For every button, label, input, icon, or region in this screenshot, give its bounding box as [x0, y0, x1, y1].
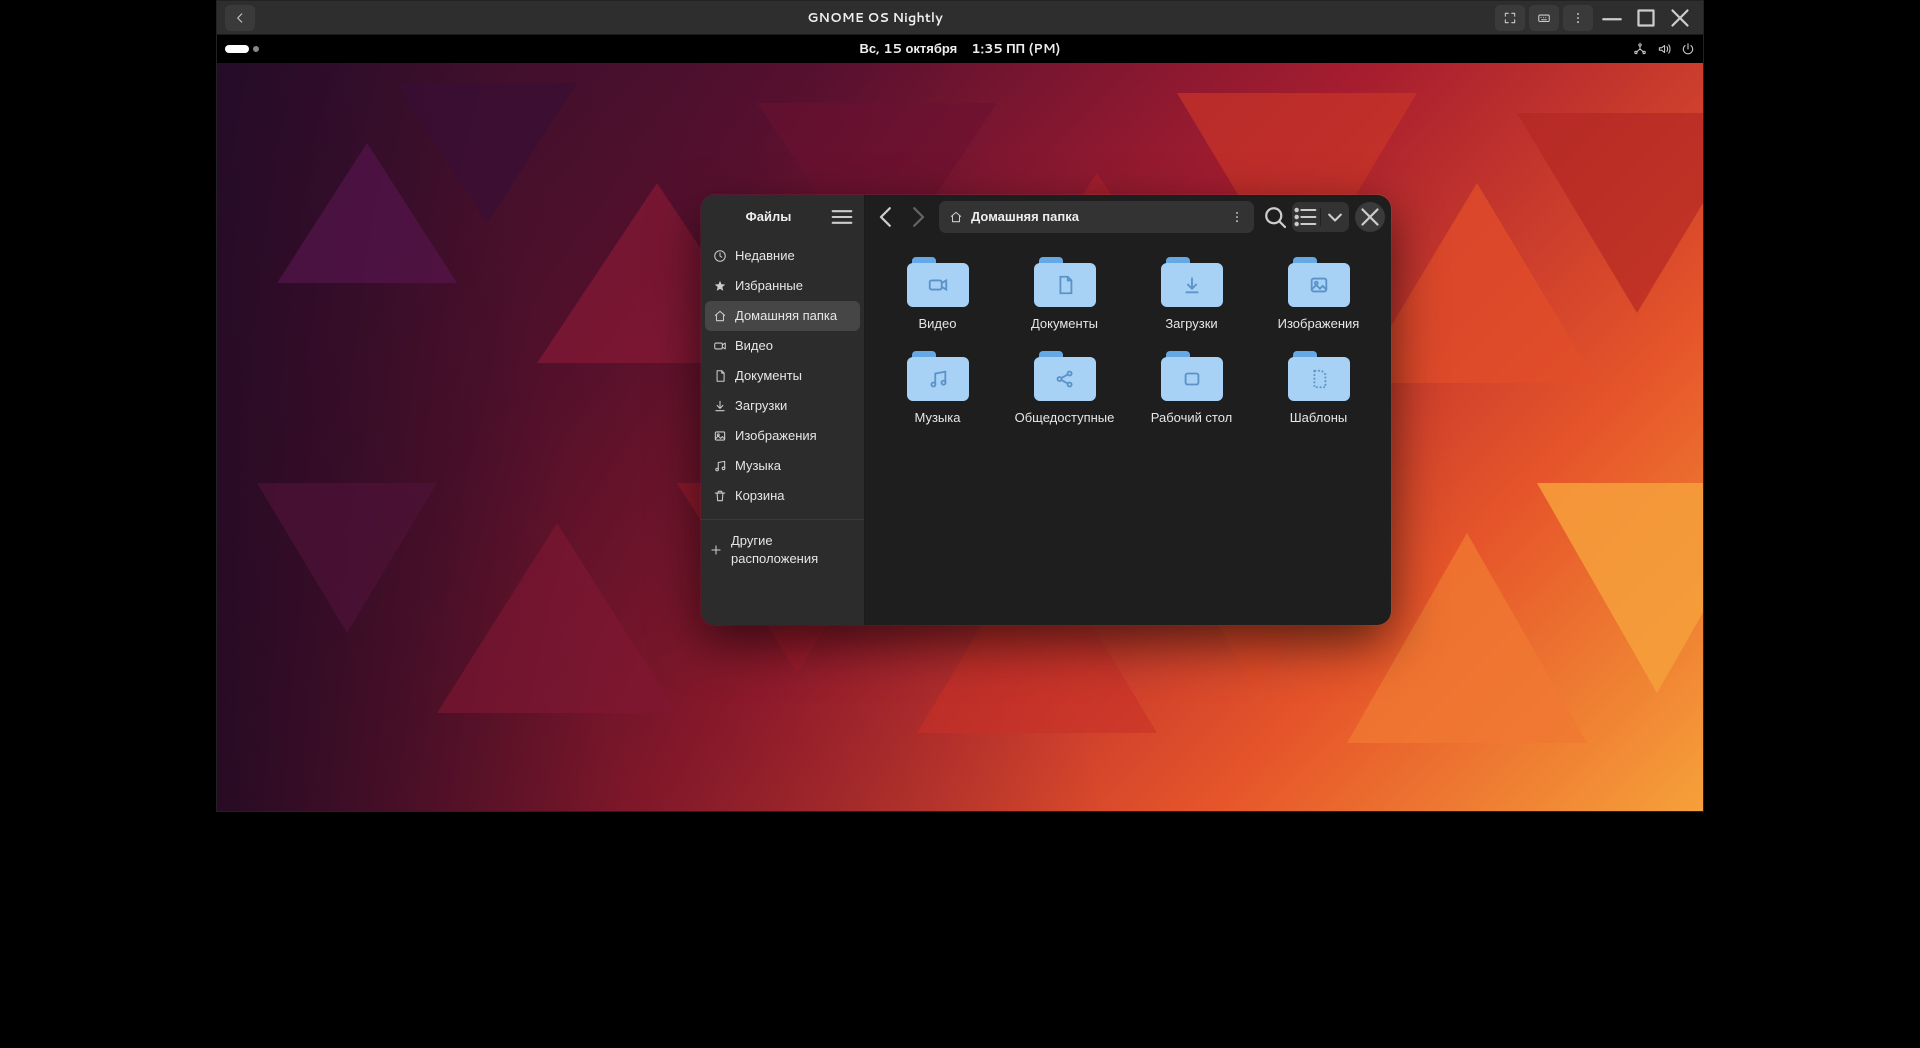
desktop: Файлы Недавние Избранные Домашняя папка …: [217, 63, 1703, 811]
pathbar-label: Домашняя папка: [971, 208, 1079, 226]
sidebar-item-image[interactable]: Изображения: [705, 421, 860, 451]
plus-icon: [709, 543, 723, 557]
folder-video[interactable]: Видео: [883, 257, 992, 333]
sidebar-item-label: Недавние: [735, 247, 795, 265]
boxes-title: GNOME OS Nightly: [807, 9, 942, 27]
network-icon: [1633, 42, 1647, 56]
sidebar-item-video[interactable]: Видео: [705, 331, 860, 361]
top-bar-time: 1:35 ПП (PM): [971, 40, 1060, 58]
system-tray[interactable]: [1633, 42, 1695, 56]
window-minimize-button[interactable]: [1597, 5, 1627, 31]
download-icon: [713, 399, 727, 413]
sidebar-item-music[interactable]: Музыка: [705, 451, 860, 481]
files-sidebar: Файлы Недавние Избранные Домашняя папка …: [701, 195, 865, 625]
sidebar-item-label: Другие расположения: [731, 532, 856, 568]
home-icon: [713, 309, 727, 323]
clock-area[interactable]: Вс, 15 октября 1:35 ПП (PM): [860, 40, 1061, 58]
folder-icon: [907, 257, 969, 307]
workspace-dot-icon: [253, 46, 259, 52]
files-toolbar: Домашняя папка: [865, 195, 1391, 239]
clock-icon: [713, 249, 727, 263]
sidebar-item-label: Домашняя папка: [735, 307, 837, 325]
sidebar-item-label: Загрузки: [735, 397, 787, 415]
home-icon: [949, 210, 963, 224]
folder-label: Видео: [919, 315, 957, 333]
sidebar-item-label: Видео: [735, 337, 773, 355]
music-icon: [713, 459, 727, 473]
folder-share[interactable]: Общедоступные: [1010, 351, 1119, 427]
gnome-top-bar: Вс, 15 октября 1:35 ПП (PM): [217, 35, 1703, 63]
folder-label: Загрузки: [1165, 315, 1217, 333]
folder-icon: [1161, 257, 1223, 307]
folder-label: Изображения: [1278, 315, 1360, 333]
files-sidebar-title: Файлы: [709, 208, 828, 226]
folder-template[interactable]: Шаблоны: [1264, 351, 1373, 427]
sidebar-item-label: Избранные: [735, 277, 803, 295]
folder-icon: [1288, 257, 1350, 307]
boxes-header: GNOME OS Nightly: [217, 1, 1703, 35]
sidebar-item-label: Изображения: [735, 427, 817, 445]
activities-pill-icon: [225, 45, 249, 53]
doc-icon: [713, 369, 727, 383]
view-mode-combo[interactable]: [1292, 202, 1349, 232]
files-icon-grid: Видео Документы Загрузки Изображения Муз…: [865, 239, 1391, 445]
sidebar-item-label: Документы: [735, 367, 802, 385]
power-icon: [1681, 42, 1695, 56]
image-icon: [713, 429, 727, 443]
activities-button[interactable]: [225, 45, 259, 53]
folder-download[interactable]: Загрузки: [1137, 257, 1246, 333]
folder-icon: [1161, 351, 1223, 401]
files-hamburger-button[interactable]: [828, 203, 856, 231]
view-options-caret-icon: [1321, 202, 1349, 232]
sidebar-item-home[interactable]: Домашняя папка: [705, 301, 860, 331]
folder-label: Общедоступные: [1015, 409, 1115, 427]
folder-music[interactable]: Музыка: [883, 351, 992, 427]
pathbar[interactable]: Домашняя папка: [939, 201, 1254, 233]
folder-image[interactable]: Изображения: [1264, 257, 1373, 333]
folder-desk[interactable]: Рабочий стол: [1137, 351, 1246, 427]
fullscreen-button[interactable]: [1495, 5, 1525, 31]
view-list-icon: [1292, 202, 1320, 232]
volume-icon: [1657, 42, 1671, 56]
window-maximize-button[interactable]: [1631, 5, 1661, 31]
sidebar-item-label: Корзина: [735, 487, 785, 505]
files-close-button[interactable]: [1355, 202, 1385, 232]
sidebar-item-star[interactable]: Избранные: [705, 271, 860, 301]
sidebar-item-doc[interactable]: Документы: [705, 361, 860, 391]
top-bar-date: Вс, 15 октября: [860, 40, 958, 58]
pathbar-menu-button[interactable]: [1224, 204, 1250, 230]
folder-icon: [1034, 257, 1096, 307]
folder-doc[interactable]: Документы: [1010, 257, 1119, 333]
sidebar-item-clock[interactable]: Недавние: [705, 241, 860, 271]
video-icon: [713, 339, 727, 353]
folder-icon: [1288, 351, 1350, 401]
search-button[interactable]: [1260, 202, 1290, 232]
sidebar-item-label: Музыка: [735, 457, 781, 475]
files-content: Домашняя папка Видео: [865, 195, 1391, 625]
sidebar-item-download[interactable]: Загрузки: [705, 391, 860, 421]
nav-back-button[interactable]: [871, 202, 901, 232]
folder-icon: [907, 351, 969, 401]
folder-label: Музыка: [915, 409, 961, 427]
folder-label: Рабочий стол: [1151, 409, 1233, 427]
trash-icon: [713, 489, 727, 503]
boxes-back-button[interactable]: [225, 5, 255, 31]
folder-label: Документы: [1031, 315, 1098, 333]
keyboard-button[interactable]: [1529, 5, 1559, 31]
nav-forward-button[interactable]: [903, 202, 933, 232]
files-window: Файлы Недавние Избранные Домашняя папка …: [701, 195, 1391, 625]
star-icon: [713, 279, 727, 293]
window-close-button[interactable]: [1665, 5, 1695, 31]
boxes-menu-button[interactable]: [1563, 5, 1593, 31]
sidebar-item-trash[interactable]: Корзина: [705, 481, 860, 511]
folder-icon: [1034, 351, 1096, 401]
folder-label: Шаблоны: [1290, 409, 1348, 427]
sidebar-other-locations[interactable]: Другие расположения: [701, 526, 864, 574]
